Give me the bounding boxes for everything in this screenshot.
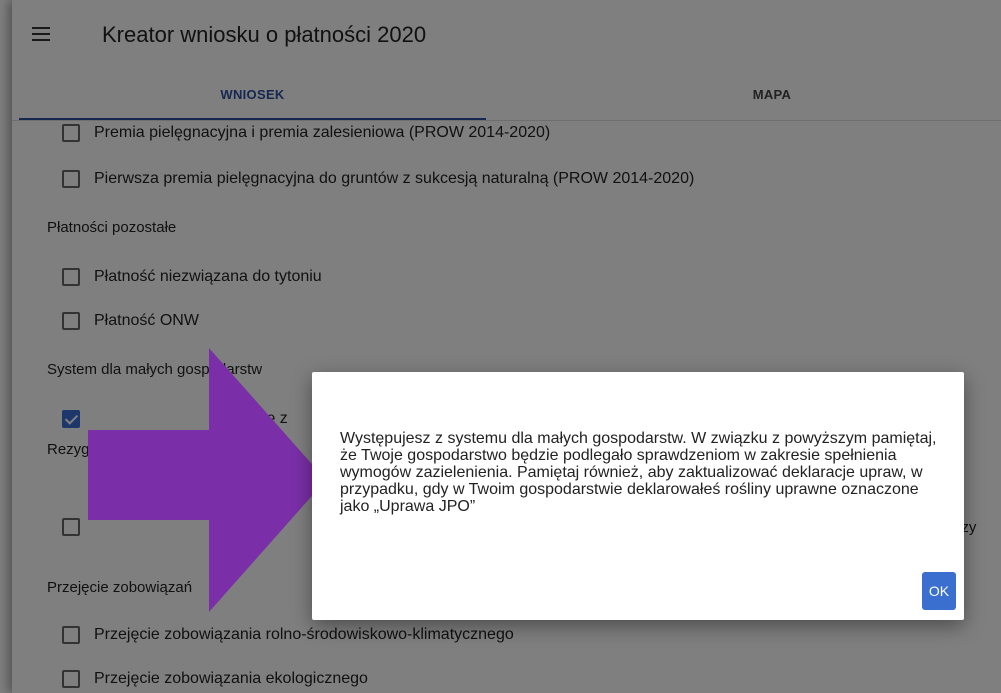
dialog-message: Występujesz z systemu dla małych gospoda… [340,430,937,515]
annotation-arrow-icon [88,348,326,612]
ok-button[interactable]: OK [922,572,956,610]
alert-dialog: Występujesz z systemu dla małych gospoda… [312,372,964,620]
